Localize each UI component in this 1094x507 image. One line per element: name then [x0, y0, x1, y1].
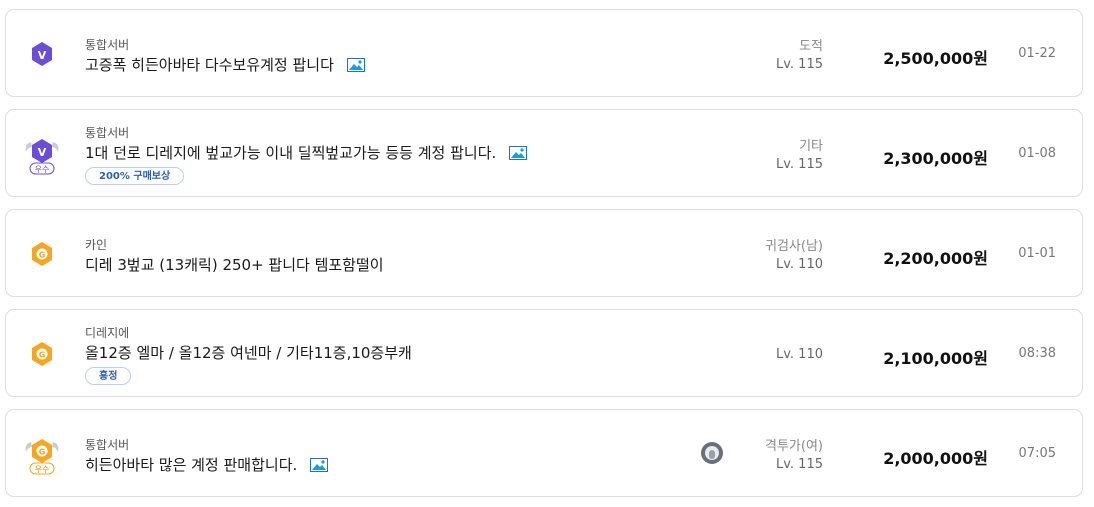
- listing-row[interactable]: V 통합서버 고증폭 히든아바타 다수보유계정 팝니다 도적 Lv. 115 2…: [5, 9, 1083, 97]
- svg-text:우수: 우수: [35, 465, 50, 474]
- listing-date: 01-08: [1018, 146, 1056, 161]
- server-name: 통합서버: [85, 38, 130, 52]
- svg-text:G: G: [39, 448, 46, 457]
- price: 2,300,000원: [883, 149, 988, 168]
- price: 2,200,000원: [883, 249, 988, 268]
- listing-date: 07:05: [1018, 446, 1056, 461]
- price: 2,000,000원: [883, 449, 988, 468]
- listing-list: V 통합서버 고증폭 히든아바타 다수보유계정 팝니다 도적 Lv. 115 2…: [0, 0, 1094, 507]
- listing-row[interactable]: V 우수 통합서버 1대 던로 디레지에 벞교가능 이내 딜찍벞교가능 등등 계…: [5, 109, 1083, 197]
- listing-title-text: 1대 던로 디레지에 벞교가능 이내 딜찍벞교가능 등등 계정 팝니다.: [85, 144, 497, 162]
- listing-title-text: 올12증 엘마 / 올12증 여넨마 / 기타11증,10증부캐: [85, 344, 412, 362]
- character-class: 격투가(여): [765, 439, 823, 454]
- purchase-reward-tag: 200% 구매보상: [85, 167, 185, 185]
- g-grade-badge-icon: G: [32, 342, 52, 366]
- v-grade-badge-icon: V: [32, 42, 52, 66]
- svg-text:V: V: [38, 49, 47, 62]
- character-level: Lv. 110: [775, 347, 823, 362]
- character-class: 도적: [799, 39, 823, 54]
- g-grade-excellent-badge-icon: G 우수: [25, 439, 59, 475]
- listing-date: 01-01: [1018, 246, 1056, 261]
- avatar-icon[interactable]: [700, 441, 724, 465]
- server-name: 디레지에: [85, 326, 130, 340]
- listing-title-text: 디레 3벞교 (13캐릭) 250+ 팝니다 템포함떨이: [85, 256, 384, 274]
- listing-row[interactable]: G 디레지에 올12증 엘마 / 올12증 여넨마 / 기타11증,10증부캐 …: [5, 309, 1083, 397]
- listing-row[interactable]: G 카인 디레 3벞교 (13캐릭) 250+ 팝니다 템포함떨이 귀검사(남)…: [5, 209, 1083, 297]
- character-level: Lv. 115: [775, 57, 823, 72]
- character-level: Lv. 115: [775, 157, 823, 172]
- listing-title[interactable]: 히든아바타 많은 계정 판매합니다.: [85, 454, 329, 475]
- listing-title[interactable]: 디레 3벞교 (13캐릭) 250+ 팝니다 템포함떨이: [85, 254, 384, 275]
- listing-row[interactable]: G 우수 통합서버 히든아바타 많은 계정 판매합니다. 격투가(여) Lv. …: [5, 409, 1083, 497]
- listing-title-text: 고증폭 히든아바타 다수보유계정 팝니다: [85, 56, 334, 74]
- price: 2,500,000원: [883, 49, 988, 68]
- image-icon: [346, 58, 365, 72]
- g-grade-badge-icon: G: [32, 242, 52, 266]
- listing-date: 01-22: [1018, 46, 1056, 61]
- listing-title[interactable]: 올12증 엘마 / 올12증 여넨마 / 기타11증,10증부캐: [85, 342, 412, 363]
- listing-title[interactable]: 고증폭 히든아바타 다수보유계정 팝니다: [85, 54, 365, 75]
- negotiable-tag: 흥정: [85, 367, 132, 385]
- server-name: 통합서버: [85, 438, 130, 452]
- character-class: 귀검사(남): [765, 239, 823, 254]
- server-name: 통합서버: [85, 126, 130, 140]
- v-grade-excellent-badge-icon: V 우수: [25, 139, 59, 175]
- svg-text:V: V: [38, 146, 47, 159]
- svg-text:G: G: [39, 351, 46, 360]
- listing-date: 08:38: [1018, 346, 1056, 361]
- price: 2,100,000원: [883, 349, 988, 368]
- svg-text:우수: 우수: [35, 165, 50, 174]
- server-name: 카인: [85, 238, 108, 252]
- character-level: Lv. 110: [775, 257, 823, 272]
- listing-title-text: 히든아바타 많은 계정 판매합니다.: [85, 456, 298, 474]
- image-icon: [509, 146, 528, 160]
- character-class: 기타: [799, 139, 823, 154]
- svg-text:G: G: [39, 251, 46, 260]
- listing-title[interactable]: 1대 던로 디레지에 벞교가능 이내 딜찍벞교가능 등등 계정 팝니다.: [85, 142, 528, 163]
- character-level: Lv. 115: [775, 457, 823, 472]
- image-icon: [310, 458, 329, 472]
